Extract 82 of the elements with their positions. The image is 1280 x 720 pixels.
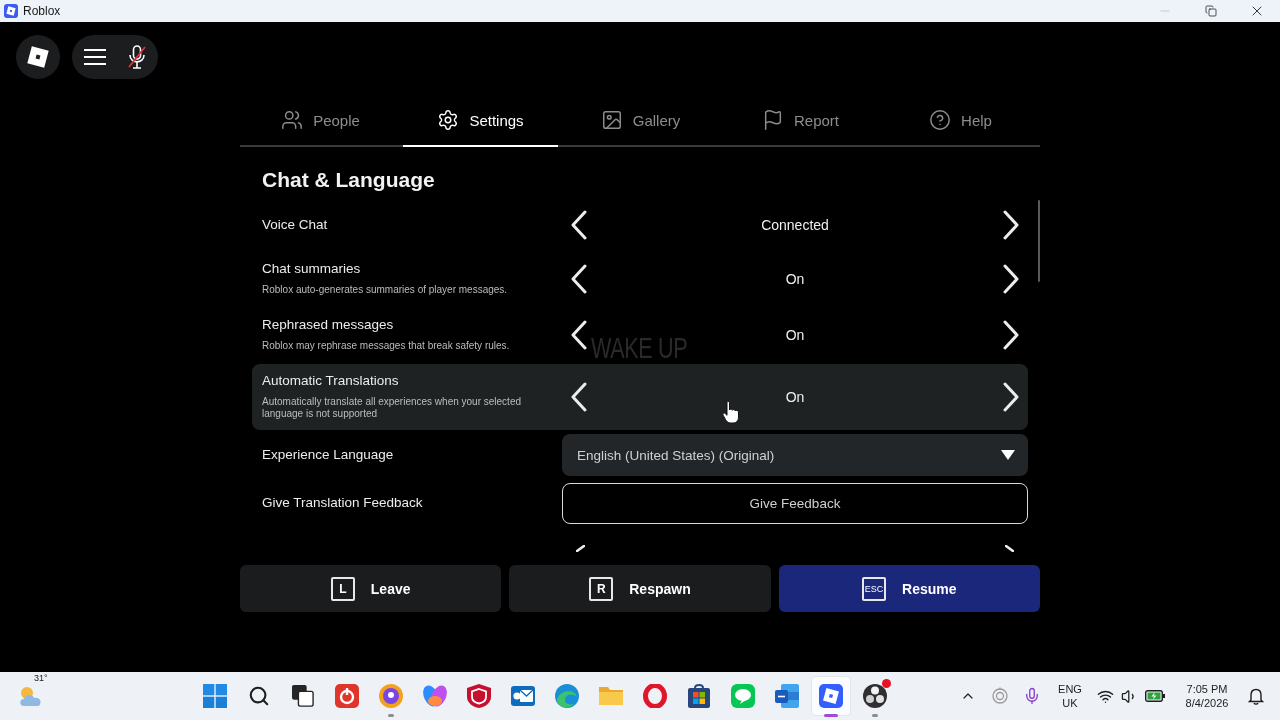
setting-description: Roblox auto-generates summaries of player messages.	[262, 284, 508, 296]
chevron-left-icon	[570, 210, 587, 240]
microphone-icon[interactable]	[1023, 687, 1041, 705]
document-icon	[775, 684, 799, 708]
setting-label: Voice Chat	[262, 217, 328, 233]
input-region[interactable]: UK	[1062, 696, 1078, 710]
setting-label: Rephrased messages	[262, 317, 394, 333]
setting-description: Automatically translate all experiences when your selected language is not supported	[262, 396, 523, 420]
give-feedback-button[interactable]: Give Feedback	[562, 482, 1028, 524]
chevron-right-icon	[1003, 264, 1020, 294]
ring-icon	[643, 684, 667, 708]
menu-tab[interactable]: Help	[883, 95, 1038, 147]
chevron-left-icon	[576, 545, 585, 552]
app-logo-icon	[4, 4, 18, 18]
wave-icon	[555, 684, 579, 708]
menu-tab[interactable]: Settings	[403, 95, 558, 147]
option-value: On	[785, 271, 805, 287]
power-icon	[335, 684, 359, 708]
circle-icon	[379, 684, 403, 708]
window-title: Roblox	[23, 4, 61, 18]
battery-icon[interactable]	[1145, 690, 1165, 702]
menu-tab[interactable]: People	[243, 95, 398, 147]
setting-label: Chat summaries	[262, 261, 361, 277]
shield-icon	[467, 684, 491, 708]
logo-icon	[26, 45, 50, 69]
temperature-text: 31°	[32, 673, 50, 683]
key-hint: L	[330, 576, 355, 601]
setting-description: Roblox may rephrase messages that break safety rules.	[262, 340, 510, 352]
image-icon	[600, 109, 623, 131]
setting-label: Automatic Translations	[262, 373, 399, 389]
menu-icon	[84, 49, 106, 65]
mail-icon	[511, 684, 535, 708]
primary-action-button[interactable]: ESC Resume	[778, 565, 1040, 612]
home-button[interactable]	[16, 35, 60, 79]
tiles-icon	[203, 684, 227, 708]
hand-cursor-icon	[722, 401, 740, 424]
three-circles-icon	[863, 684, 887, 708]
chevron-left-icon	[570, 320, 587, 350]
menu-tab[interactable]: Gallery	[563, 95, 718, 147]
clock-date[interactable]: 8/4/2026	[1185, 696, 1229, 710]
chevron-right-icon	[1003, 382, 1020, 412]
chat-bubble-icon	[731, 684, 755, 708]
next-option-button[interactable]	[1003, 382, 1020, 412]
clock-time[interactable]: 7:05 PM	[1186, 682, 1228, 696]
action-button[interactable]: R Respawn	[509, 565, 771, 612]
search-icon	[248, 685, 270, 707]
key-hint: ESC	[862, 576, 887, 601]
menu-tab[interactable]: Report	[723, 95, 878, 147]
heart-icon	[423, 684, 447, 708]
option-value: On	[785, 327, 805, 343]
caret-down-icon	[1001, 450, 1015, 460]
help-icon	[929, 109, 952, 131]
next-option-button[interactable]	[1003, 264, 1020, 294]
chevron-right-icon	[1003, 320, 1020, 350]
overlapping-squares-icon	[292, 685, 314, 707]
chevron-left-icon	[570, 382, 587, 412]
option-value: On	[785, 389, 805, 405]
next-option-button[interactable]	[1003, 320, 1020, 350]
previous-option-button[interactable]	[570, 320, 587, 350]
notification-icon[interactable]	[1248, 687, 1264, 705]
scrollbar-thumb[interactable]	[1038, 200, 1040, 282]
key-hint: R	[589, 576, 614, 601]
shopping-bag-icon	[687, 684, 711, 708]
setting-label: Experience Language	[262, 447, 394, 463]
app-logo-icon	[819, 684, 843, 708]
settings-icon	[437, 109, 460, 131]
setting-label: Give Translation Feedback	[262, 495, 423, 511]
previous-option-button[interactable]	[570, 264, 587, 294]
previous-option-button[interactable]	[570, 382, 587, 412]
chevron-right-icon	[1003, 210, 1020, 240]
chevron-left-icon	[570, 264, 587, 294]
chevron-right-icon	[1005, 545, 1014, 552]
action-button[interactable]: L Leave	[240, 565, 502, 612]
section-heading: Chat & Language	[262, 167, 436, 193]
next-option-button[interactable]	[1003, 210, 1020, 240]
flag-icon	[762, 109, 784, 131]
previous-option-button[interactable]	[570, 210, 587, 240]
people-icon	[281, 109, 304, 131]
language-dropdown[interactable]: English (United States) (Original)	[562, 434, 1028, 476]
option-value: Connected	[761, 217, 829, 233]
input-language[interactable]: ENG	[1058, 682, 1082, 696]
folder-icon	[599, 684, 623, 708]
